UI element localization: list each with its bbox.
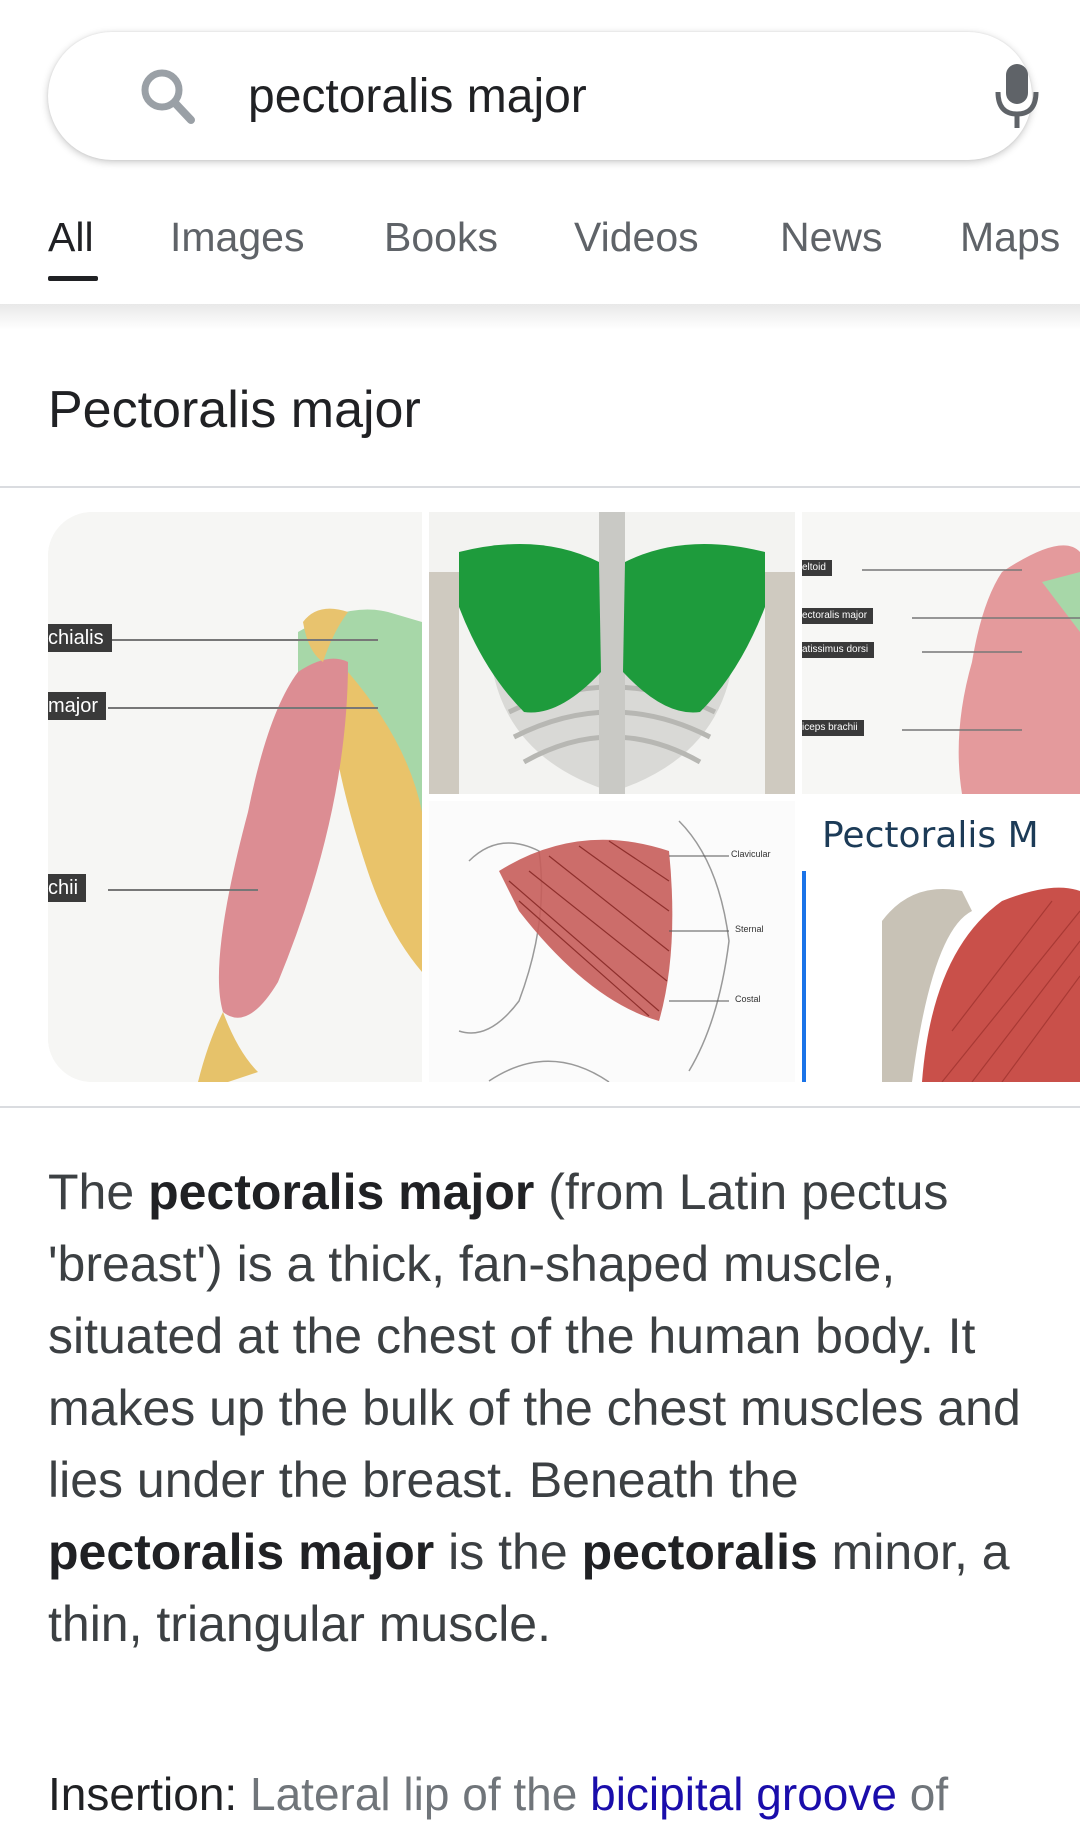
- bicipital-groove-link[interactable]: bicipital groove: [590, 1768, 897, 1820]
- description-text: The: [48, 1164, 149, 1220]
- diagram-label: Sternal: [735, 924, 764, 934]
- diagram-label: eltoid: [802, 560, 832, 576]
- image-tile-fiber-sketch[interactable]: Clavicular Sternal Costal: [429, 801, 795, 1082]
- mic-icon[interactable]: [992, 62, 1042, 132]
- description-bold: pectoralis major: [48, 1524, 435, 1580]
- search-icon[interactable]: [138, 66, 196, 126]
- tab-maps[interactable]: Maps: [960, 214, 1060, 261]
- diagram-label: major: [48, 692, 107, 720]
- image-tile-muscle-render[interactable]: Pectoralis M: [802, 801, 1080, 1082]
- fact-text: Lateral lip of the: [237, 1768, 591, 1820]
- tab-books[interactable]: Books: [384, 214, 498, 261]
- description-text: is the: [434, 1524, 582, 1580]
- tab-images[interactable]: Images: [170, 214, 304, 261]
- search-tabs: All Images Books Videos News Maps: [0, 196, 1080, 286]
- image-tile-arm-diagram[interactable]: chialis major chii: [48, 512, 422, 1082]
- search-input[interactable]: [248, 68, 948, 124]
- tab-videos[interactable]: Videos: [574, 214, 699, 261]
- diagram-label: chii: [48, 874, 87, 902]
- divider: [0, 486, 1080, 488]
- description-bold: pectoralis major: [148, 1164, 535, 1220]
- diagram-label: chialis: [48, 624, 112, 652]
- image-banner-text: Pectoralis M: [822, 815, 1039, 856]
- divider: [0, 1106, 1080, 1108]
- image-grid: chialis major chii eltoid ectoralis majo…: [48, 512, 1080, 1082]
- tabs-divider: [0, 304, 1080, 330]
- fact-label: Insertion:: [48, 1768, 238, 1820]
- diagram-label: atissimus dorsi: [802, 642, 875, 658]
- image-tile-shoulder-diagram[interactable]: eltoid ectoralis major atissimus dorsi i…: [802, 512, 1080, 794]
- diagram-label: iceps brachii: [802, 720, 864, 736]
- active-tab-indicator: [48, 276, 98, 281]
- description-bold: pectoralis: [581, 1524, 818, 1580]
- diagram-label: Costal: [735, 994, 761, 1004]
- tab-all[interactable]: All: [48, 214, 94, 261]
- tab-news[interactable]: News: [780, 214, 883, 261]
- insertion-fact: Insertion: Lateral lip of the bicipital …: [48, 1758, 1048, 1830]
- image-banner: Pectoralis M: [802, 801, 1080, 863]
- diagram-label: ectoralis major: [802, 608, 874, 624]
- search-bar[interactable]: [48, 32, 1039, 160]
- panel-description: The pectoralis major (from Latin pectus …: [48, 1156, 1038, 1660]
- panel-title: Pectoralis major: [48, 381, 421, 439]
- fact-text: of: [896, 1768, 949, 1820]
- image-tile-ribcage[interactable]: [429, 512, 795, 794]
- diagram-label: Clavicular: [731, 849, 771, 859]
